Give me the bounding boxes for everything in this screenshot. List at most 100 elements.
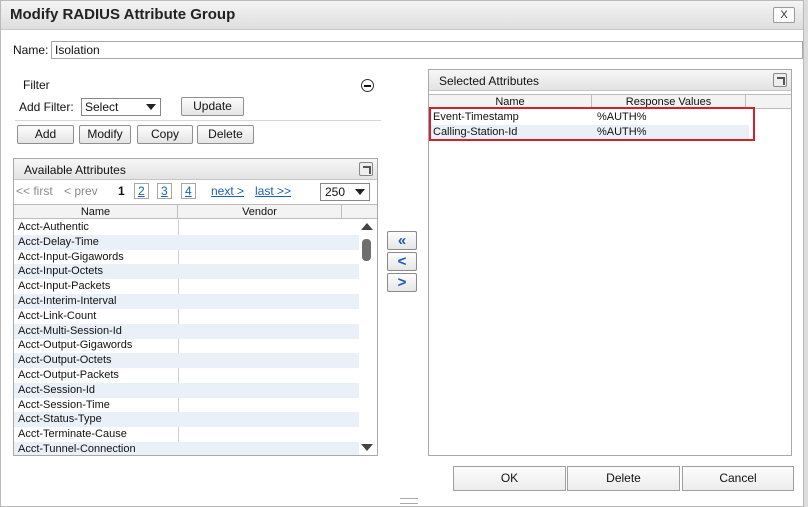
- filter-select-value: Select: [85, 100, 119, 114]
- add-selected-button[interactable]: >: [387, 273, 417, 292]
- remove-button[interactable]: <: [387, 252, 417, 271]
- attribute-name-cell: Acct-Input-Octets: [18, 265, 103, 278]
- table-row[interactable]: Acct-Multi-Session-Id: [14, 323, 359, 339]
- copy-button[interactable]: Copy: [137, 125, 193, 144]
- table-row[interactable]: Acct-Input-Gigawords: [14, 250, 359, 265]
- add-all-button[interactable]: «: [387, 231, 417, 250]
- selected-name-cell: Event-Timestamp: [433, 111, 519, 123]
- column-header-vendor: Vendor: [178, 205, 342, 219]
- vendor-cell: [179, 264, 183, 279]
- dialog-title: Modify RADIUS Attribute Group: [10, 6, 236, 23]
- attribute-name-cell: Acct-Link-Count: [18, 309, 97, 322]
- selected-row[interactable]: Calling-Station-Id %AUTH%: [429, 125, 749, 140]
- table-row[interactable]: Acct-Session-Id: [14, 382, 359, 398]
- filter-select[interactable]: Select: [81, 98, 161, 116]
- attribute-name-cell: Acct-Output-Octets: [18, 354, 112, 367]
- attribute-name-cell: Acct-Output-Packets: [18, 369, 119, 381]
- ok-button[interactable]: OK: [453, 466, 566, 491]
- vendor-cell: [179, 368, 183, 383]
- footer-delete-button[interactable]: Delete: [567, 466, 680, 491]
- first-page-link: << first: [16, 184, 53, 198]
- pager: << first < prev 1 2 3 4 next > last >> 2…: [16, 183, 374, 203]
- page-link-3[interactable]: 3: [157, 183, 172, 199]
- panel-header: Available Attributes: [14, 159, 377, 180]
- available-attributes-title: Available Attributes: [24, 163, 126, 177]
- vendor-cell: [179, 309, 183, 324]
- attribute-name-cell: Acct-Session-Id: [18, 383, 96, 396]
- vendor-cell: [179, 250, 183, 265]
- attribute-name-cell: Acct-Multi-Session-Id: [18, 324, 122, 337]
- current-page: 1: [118, 184, 125, 198]
- expand-icon[interactable]: [773, 73, 787, 87]
- vendor-cell: [179, 294, 183, 309]
- expand-icon[interactable]: [359, 162, 373, 176]
- vendor-cell: [179, 279, 183, 294]
- update-button[interactable]: Update: [181, 97, 244, 116]
- attribute-name-cell: Acct-Input-Gigawords: [18, 250, 124, 263]
- table-row[interactable]: Acct-Input-Packets: [14, 279, 359, 294]
- selected-attributes-panel: Selected Attributes Name Response Values…: [428, 69, 792, 456]
- column-header-response-values: Response Values: [592, 95, 746, 109]
- close-button[interactable]: X: [773, 7, 795, 23]
- available-table-header: Name Vendor: [14, 204, 377, 219]
- column-header-name: Name: [14, 205, 178, 219]
- table-row[interactable]: Acct-Link-Count: [14, 309, 359, 324]
- selected-table-header: Name Response Values: [429, 94, 791, 109]
- vendor-cell: [179, 442, 183, 455]
- response-value-cell: %AUTH%: [597, 111, 647, 123]
- attribute-name-cell: Acct-Input-Packets: [18, 280, 111, 293]
- attribute-name-cell: Acct-Terminate-Cause: [18, 428, 127, 441]
- table-row[interactable]: Acct-Terminate-Cause: [14, 427, 359, 442]
- name-input[interactable]: Isolation: [51, 41, 803, 59]
- prev-page-link: < prev: [64, 184, 98, 198]
- table-row[interactable]: Acct-Output-Octets: [14, 353, 359, 369]
- collapse-icon[interactable]: [361, 79, 374, 92]
- scroll-up-icon[interactable]: [361, 223, 373, 230]
- next-page-link[interactable]: next >: [211, 184, 244, 198]
- table-row[interactable]: Acct-Delay-Time: [14, 234, 359, 250]
- per-page-value: 250: [325, 185, 346, 199]
- filter-title: Filter: [23, 78, 50, 92]
- vendor-cell: [179, 353, 183, 368]
- vendor-cell: [179, 412, 183, 427]
- table-row[interactable]: Acct-Output-Gigawords: [14, 338, 359, 353]
- vendor-cell: [179, 398, 183, 413]
- attribute-name-cell: Acct-Tunnel-Connection: [18, 443, 136, 455]
- name-label: Name:: [13, 43, 49, 57]
- table-row[interactable]: Acct-Tunnel-Connection: [14, 442, 359, 455]
- table-row[interactable]: Acct-Authentic: [14, 220, 359, 235]
- attribute-name-cell: Acct-Interim-Interval: [18, 295, 117, 307]
- selected-name-cell: Calling-Station-Id: [433, 126, 518, 138]
- table-row[interactable]: Acct-Interim-Interval: [14, 294, 359, 309]
- delete-button[interactable]: Delete: [197, 125, 254, 144]
- page-link-2[interactable]: 2: [134, 183, 149, 199]
- cancel-button[interactable]: Cancel: [682, 466, 794, 491]
- vendor-cell: [179, 383, 183, 398]
- resize-grip[interactable]: [400, 498, 418, 504]
- column-header-name: Name: [429, 95, 592, 109]
- vendor-cell: [179, 338, 183, 353]
- vendor-cell: [179, 324, 183, 339]
- response-value-cell: %AUTH%: [597, 126, 647, 138]
- add-button[interactable]: Add: [17, 125, 74, 144]
- table-row[interactable]: Acct-Session-Time: [14, 398, 359, 413]
- scroll-down-icon[interactable]: [361, 444, 373, 451]
- modify-button[interactable]: Modify: [79, 125, 131, 144]
- table-row[interactable]: Acct-Status-Type: [14, 412, 359, 428]
- last-page-link[interactable]: last >>: [255, 184, 291, 198]
- table-row[interactable]: Acct-Input-Octets: [14, 264, 359, 280]
- attribute-name-cell: Acct-Delay-Time: [18, 235, 99, 248]
- attribute-name-cell: Acct-Status-Type: [18, 413, 102, 426]
- selected-row[interactable]: Event-Timestamp %AUTH%: [429, 110, 749, 125]
- table-row[interactable]: Acct-Output-Packets: [14, 368, 359, 383]
- selected-table-body: Event-Timestamp %AUTH% Calling-Station-Id%…: [429, 110, 749, 170]
- attribute-name-cell: Acct-Authentic: [18, 221, 89, 233]
- chevron-down-icon: [355, 189, 365, 195]
- chevron-down-icon: [146, 104, 156, 110]
- scroll-thumb[interactable]: [362, 239, 371, 261]
- selected-attributes-title: Selected Attributes: [439, 74, 540, 88]
- panel-header: Selected Attributes: [429, 70, 791, 91]
- page-link-4[interactable]: 4: [181, 183, 196, 199]
- per-page-select[interactable]: 250: [320, 183, 370, 201]
- scrollbar[interactable]: [359, 221, 375, 453]
